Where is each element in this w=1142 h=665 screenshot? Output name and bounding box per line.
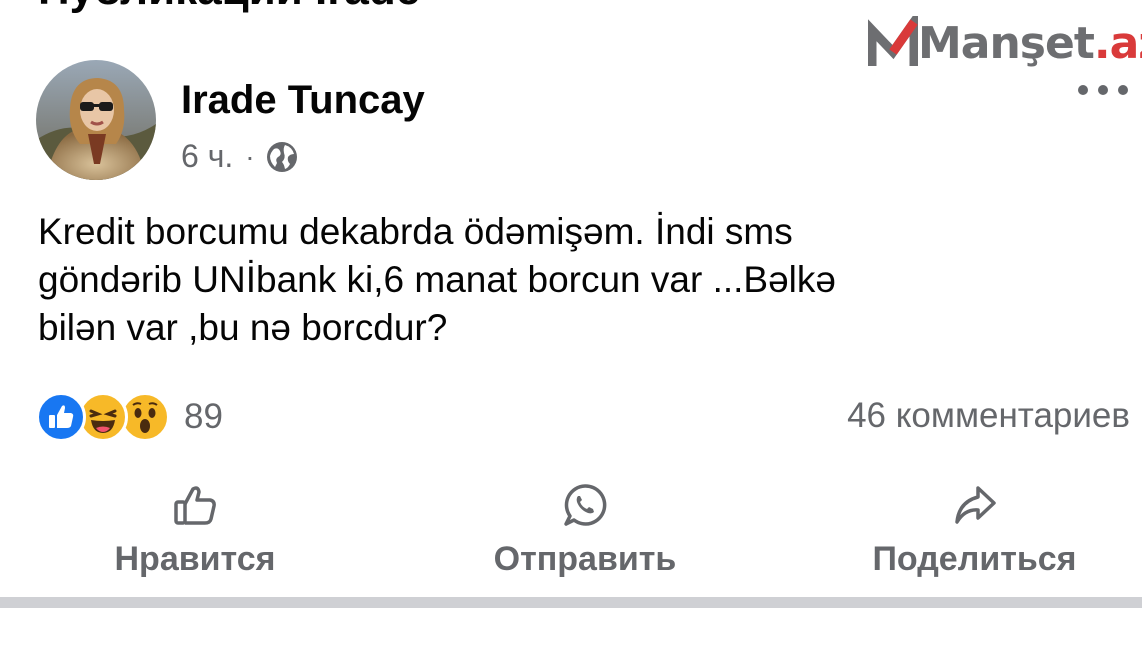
post-text-line: Kredit borcumu dekabrda ödəmişəm. İndi s… xyxy=(38,211,793,252)
send-button-label: Отправить xyxy=(493,540,677,578)
send-whatsapp-button[interactable]: Отправить xyxy=(475,482,695,579)
post-text-line: göndərib UNİbank ki,6 manat borcun var .… xyxy=(38,259,836,300)
share-arrow-icon xyxy=(954,486,996,524)
more-dot-icon xyxy=(1078,85,1088,95)
more-dot-icon xyxy=(1098,85,1108,95)
globe-icon xyxy=(266,141,297,172)
post-divider xyxy=(0,597,1142,608)
like-button-label: Нравится xyxy=(114,540,276,578)
reactions-summary[interactable]: 89 xyxy=(36,392,223,442)
page-heading: Публикации Irade xyxy=(38,0,420,12)
share-button[interactable]: Поделиться xyxy=(852,482,1097,579)
post-time[interactable]: 6 ч. xyxy=(181,138,233,175)
author-name[interactable]: Irade Tuncay xyxy=(181,78,425,123)
watermark-text-red: .az xyxy=(1093,18,1142,69)
like-reaction-icon xyxy=(36,392,86,442)
author-avatar[interactable] xyxy=(36,60,156,180)
watermark-text-gray: Manşet xyxy=(918,18,1095,69)
like-button[interactable]: Нравится xyxy=(100,482,290,579)
facebook-post-screen: Публикации Irade Manşet.az xyxy=(0,0,1142,665)
whatsapp-icon xyxy=(564,484,607,526)
post-text-line: bilən var ,bu nə borcdur? xyxy=(38,307,448,348)
avatar-photo xyxy=(36,60,156,180)
comments-count-link[interactable]: 46 комментариев xyxy=(847,396,1130,436)
share-button-label: Поделиться xyxy=(872,540,1077,578)
manset-logo-watermark: Manşet.az xyxy=(868,12,1142,76)
post-text: Kredit borcumu dekabrda ödəmişəm. İndi s… xyxy=(38,208,1118,352)
more-options-button[interactable] xyxy=(1078,78,1128,102)
thumbs-up-icon xyxy=(174,486,216,525)
post-meta: 6 ч. · xyxy=(181,138,299,175)
reaction-count: 89 xyxy=(184,397,223,436)
more-dot-icon xyxy=(1118,85,1128,95)
manset-logo-icon xyxy=(868,16,918,66)
meta-separator: · xyxy=(245,140,255,172)
